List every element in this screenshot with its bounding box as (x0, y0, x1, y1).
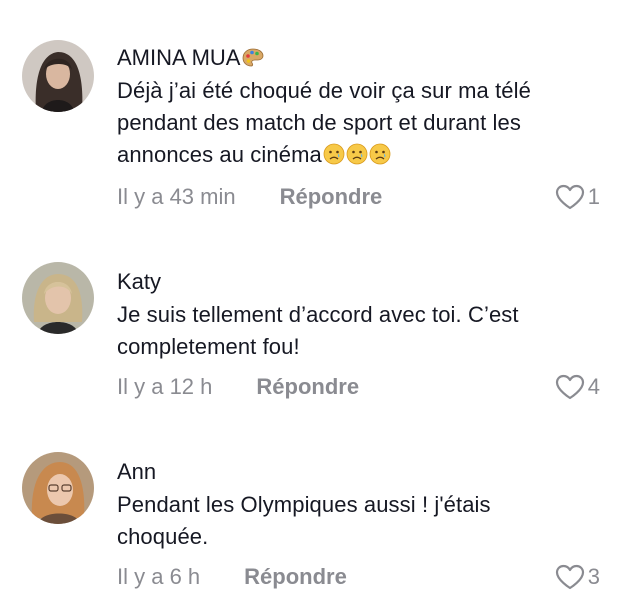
comment-meta: Il y a 43 min Répondre 1 (117, 181, 600, 213)
username-text[interactable]: Ann (117, 457, 156, 487)
comment-time: Il y a 6 h (117, 564, 201, 589)
reply-button[interactable]: Répondre (244, 564, 347, 590)
username-text[interactable]: AMINA MUA (117, 43, 240, 73)
avatar[interactable] (22, 452, 94, 524)
avatar[interactable] (22, 40, 94, 112)
comment-text: Je suis tellement d’accord avec toi. C’e… (117, 302, 519, 359)
comment-username[interactable]: AMINA MUA (117, 43, 600, 73)
like-button[interactable]: 3 (555, 561, 600, 593)
crying-face-icon (346, 142, 368, 165)
comment-text: Pendant les Olympiques aussi ! j'étais c… (117, 492, 491, 549)
comment-username[interactable]: Ann (117, 457, 600, 487)
comment-meta: Il y a 6 h Répondre 3 (117, 561, 600, 593)
like-count: 1 (587, 184, 600, 209)
like-button[interactable]: 1 (555, 181, 600, 213)
heart-outline-icon[interactable] (555, 564, 585, 590)
username-text[interactable]: Katy (117, 267, 161, 297)
reply-button[interactable]: Répondre (256, 374, 359, 400)
comment-time: Il y a 43 min (117, 184, 236, 209)
heart-outline-icon[interactable] (555, 374, 585, 400)
comment-time: Il y a 12 h (117, 374, 213, 399)
reply-button[interactable]: Répondre (280, 184, 383, 210)
comment-text: Déjà j’ai été choqué de voir ça sur ma t… (117, 75, 600, 171)
artist-palette-icon (241, 46, 265, 70)
like-count: 3 (587, 564, 600, 589)
crying-face-icon (369, 142, 391, 165)
comment-meta: Il y a 12 h Répondre 4 (117, 371, 600, 403)
comment-username[interactable]: Katy (117, 267, 600, 297)
crying-face-icon (323, 142, 345, 165)
avatar[interactable] (22, 262, 94, 334)
like-button[interactable]: 4 (555, 371, 600, 403)
like-count: 4 (587, 374, 600, 399)
heart-outline-icon[interactable] (555, 184, 585, 210)
